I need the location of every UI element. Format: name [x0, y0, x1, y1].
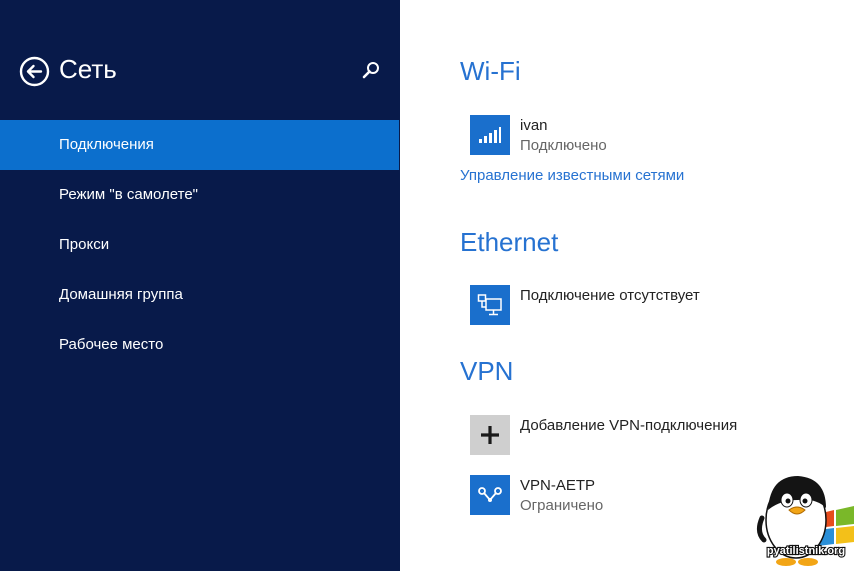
sidebar-item-proxy[interactable]: Прокси — [0, 220, 399, 270]
plus-icon[interactable] — [470, 415, 510, 455]
svg-text:pyatilistnik.org: pyatilistnik.org — [767, 545, 845, 557]
add-vpn-connection[interactable]: Добавление VPN-подключения — [520, 417, 737, 434]
page-title: Сеть — [59, 54, 117, 84]
ethernet-status[interactable]: Подключение отсутствует — [520, 287, 700, 304]
sidebar: Сеть Подключения Режим "в самолете" Прок… — [0, 0, 400, 571]
manage-known-networks-link[interactable]: Управление известными сетями — [460, 167, 684, 184]
vpn-connection-status: Ограничено — [520, 497, 604, 514]
search-icon[interactable] — [360, 60, 382, 82]
wifi-network-name[interactable]: ivan — [520, 117, 548, 134]
sidebar-item-homegroup[interactable]: Домашняя группа — [0, 270, 399, 320]
back-arrow-icon[interactable] — [19, 56, 50, 87]
sidebar-item-connections[interactable]: Подключения — [0, 120, 399, 170]
penguin-logo: pyatilistnik.org — [756, 470, 858, 571]
wifi-section-title: Wi-Fi — [460, 56, 521, 86]
sidebar-item-workplace[interactable]: Рабочее место — [0, 320, 399, 370]
ethernet-section-title: Ethernet — [460, 227, 559, 257]
wifi-signal-icon[interactable] — [470, 115, 510, 155]
ethernet-icon[interactable] — [470, 285, 510, 325]
vpn-connection-name[interactable]: VPN-AETP — [520, 477, 595, 494]
sidebar-item-airplane-mode[interactable]: Режим "в самолете" — [0, 170, 399, 220]
vpn-section-title: VPN — [460, 356, 514, 386]
wifi-network-status: Подключено — [520, 137, 607, 154]
vpn-icon[interactable] — [470, 475, 510, 515]
